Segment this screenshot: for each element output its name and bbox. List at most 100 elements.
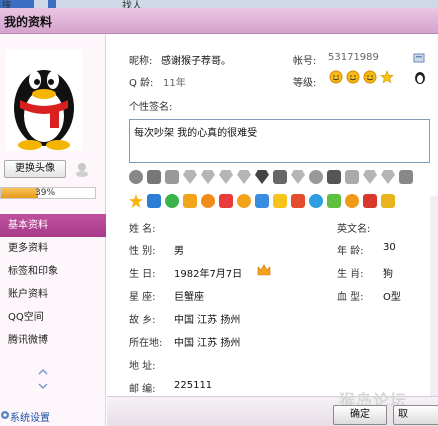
- level-badges: [329, 70, 394, 84]
- service-icon[interactable]: [309, 170, 323, 184]
- details-scrollbar[interactable]: [430, 196, 438, 426]
- game-icon[interactable]: [219, 194, 233, 208]
- sun-level-icon: [329, 70, 343, 84]
- chinese-zodiac-label: 生 肖:: [337, 269, 364, 280]
- account-label: 帐号:: [293, 56, 317, 67]
- penguin-icon[interactable]: [413, 70, 427, 84]
- sidebar-item-qzone[interactable]: QQ空间: [0, 306, 106, 329]
- wallet-icon[interactable]: [183, 194, 197, 208]
- qq-show-icon[interactable]: [147, 194, 161, 208]
- diamond-icon[interactable]: [183, 170, 197, 184]
- background-window-selection: [48, 0, 56, 8]
- sun-level-icon: [346, 70, 360, 84]
- profile-main: 昵称: 感谢猴子荐哥。 帐号: 53171989 Q 龄: 11年 等级: 个性…: [107, 34, 438, 426]
- folder-icon[interactable]: [273, 194, 287, 208]
- diamond-icon[interactable]: [381, 170, 395, 184]
- diamond-icon[interactable]: [237, 170, 251, 184]
- system-settings-label: 系统设置: [10, 413, 50, 424]
- signature-text: 每次吵架 我的心真的很难受: [134, 128, 258, 139]
- background-window-text: 搜: [2, 1, 12, 8]
- level-label: 等级:: [293, 78, 317, 89]
- name-label: 姓 名:: [129, 224, 156, 235]
- edit-icon[interactable]: [413, 52, 425, 64]
- sidebar-item-account[interactable]: 账户资料: [0, 283, 106, 306]
- pet-icon[interactable]: [291, 194, 305, 208]
- mail-icon[interactable]: [255, 194, 269, 208]
- diamond-icon[interactable]: [201, 170, 215, 184]
- diamond-icon[interactable]: [291, 170, 305, 184]
- title-bar[interactable]: 我的资料: [0, 8, 438, 34]
- qage-value: 11年: [163, 78, 186, 89]
- qage-label: Q 龄:: [129, 78, 154, 89]
- chevron-down-icon: [38, 383, 48, 390]
- diamond-icon[interactable]: [219, 170, 233, 184]
- camera-icon[interactable]: [237, 194, 251, 208]
- diamond-icon[interactable]: [363, 170, 377, 184]
- profile-completion-bar: 39%: [0, 187, 96, 199]
- location-value: 中国 江苏 扬州: [174, 338, 241, 349]
- age-value: 30: [383, 242, 396, 253]
- background-window-text: 找人: [122, 1, 142, 8]
- service-icon[interactable]: [327, 170, 341, 184]
- birthday-label: 生 日:: [129, 269, 156, 280]
- service-icons-row-1: [129, 170, 413, 188]
- sidebar-nav: 基本资料 更多资料 标签和印象 账户资料 QQ空间 腾讯微博: [0, 214, 106, 352]
- music-icon[interactable]: [201, 194, 215, 208]
- space-icon[interactable]: [309, 194, 323, 208]
- blood-type-label: 血 型:: [337, 292, 364, 303]
- hometown-value: 中国 江苏 扬州: [174, 315, 241, 326]
- system-settings-link[interactable]: 系统设置: [0, 404, 106, 426]
- home-icon[interactable]: [363, 194, 377, 208]
- postcode-value: 225111: [174, 380, 213, 391]
- sun-level-icon: [363, 70, 377, 84]
- nickname-label: 昵称:: [129, 56, 153, 67]
- diamond-icon[interactable]: [255, 170, 269, 184]
- sidebar-item-weibo[interactable]: 腾讯微博: [0, 329, 106, 352]
- birthday-value: 1982年7月7日: [174, 269, 243, 280]
- english-name-label: 英文名:: [337, 224, 371, 235]
- service-icon[interactable]: [345, 170, 359, 184]
- service-icon[interactable]: [399, 170, 413, 184]
- sidebar-item-more-info[interactable]: 更多资料: [0, 237, 106, 260]
- ok-button[interactable]: 确定: [333, 405, 387, 425]
- signature-label: 个性签名:: [129, 102, 173, 113]
- avatar[interactable]: [6, 50, 82, 150]
- change-avatar-button[interactable]: 更换头像: [4, 160, 66, 178]
- service-icon[interactable]: [129, 170, 143, 184]
- chevron-up-icon: [38, 368, 48, 375]
- penguin-avatar-icon: [14, 70, 74, 150]
- left-panel: 更换头像 39% 基本资料 更多资料 标签和印象 账户资料 QQ空间 腾讯微博 …: [0, 34, 106, 426]
- farm-icon[interactable]: [327, 194, 341, 208]
- hometown-label: 故 乡:: [129, 315, 156, 326]
- phone-icon[interactable]: [165, 170, 179, 184]
- zodiac-label: 星 座:: [129, 292, 156, 303]
- crown-icon: [257, 264, 271, 276]
- star-level-icon: [380, 70, 394, 84]
- postcode-label: 邮 编:: [129, 384, 156, 395]
- blood-type-value: O型: [383, 292, 401, 303]
- gender-value: 男: [174, 246, 184, 257]
- avatar-settings-icon[interactable]: [74, 161, 90, 177]
- progress-percent: 39%: [35, 188, 56, 198]
- address-label: 地 址:: [129, 361, 156, 372]
- gift-icon[interactable]: [381, 194, 395, 208]
- background-window-strip: 搜 找人: [0, 0, 438, 8]
- age-label: 年 龄:: [337, 246, 364, 257]
- chat-icon[interactable]: [165, 194, 179, 208]
- service-icon[interactable]: [147, 170, 161, 184]
- service-icons-row-2: [129, 194, 395, 212]
- settings-icon: [1, 411, 9, 419]
- ranch-icon[interactable]: [345, 194, 359, 208]
- cancel-button[interactable]: 取: [393, 405, 438, 425]
- account-value: 53171989: [328, 52, 379, 63]
- chinese-zodiac-value: 狗: [383, 269, 393, 280]
- sidebar-item-tags[interactable]: 标签和印象: [0, 260, 106, 283]
- sidebar-item-basic-info[interactable]: 基本资料: [0, 214, 106, 237]
- signature-input[interactable]: 每次吵架 我的心真的很难受: [129, 119, 430, 163]
- star-icon[interactable]: [129, 194, 143, 208]
- nav-scroll-arrows[interactable]: [36, 364, 50, 394]
- location-label: 所在地:: [129, 338, 163, 349]
- service-icon[interactable]: [273, 170, 287, 184]
- progress-fill: [1, 188, 38, 198]
- zodiac-value: 巨蟹座: [174, 292, 204, 303]
